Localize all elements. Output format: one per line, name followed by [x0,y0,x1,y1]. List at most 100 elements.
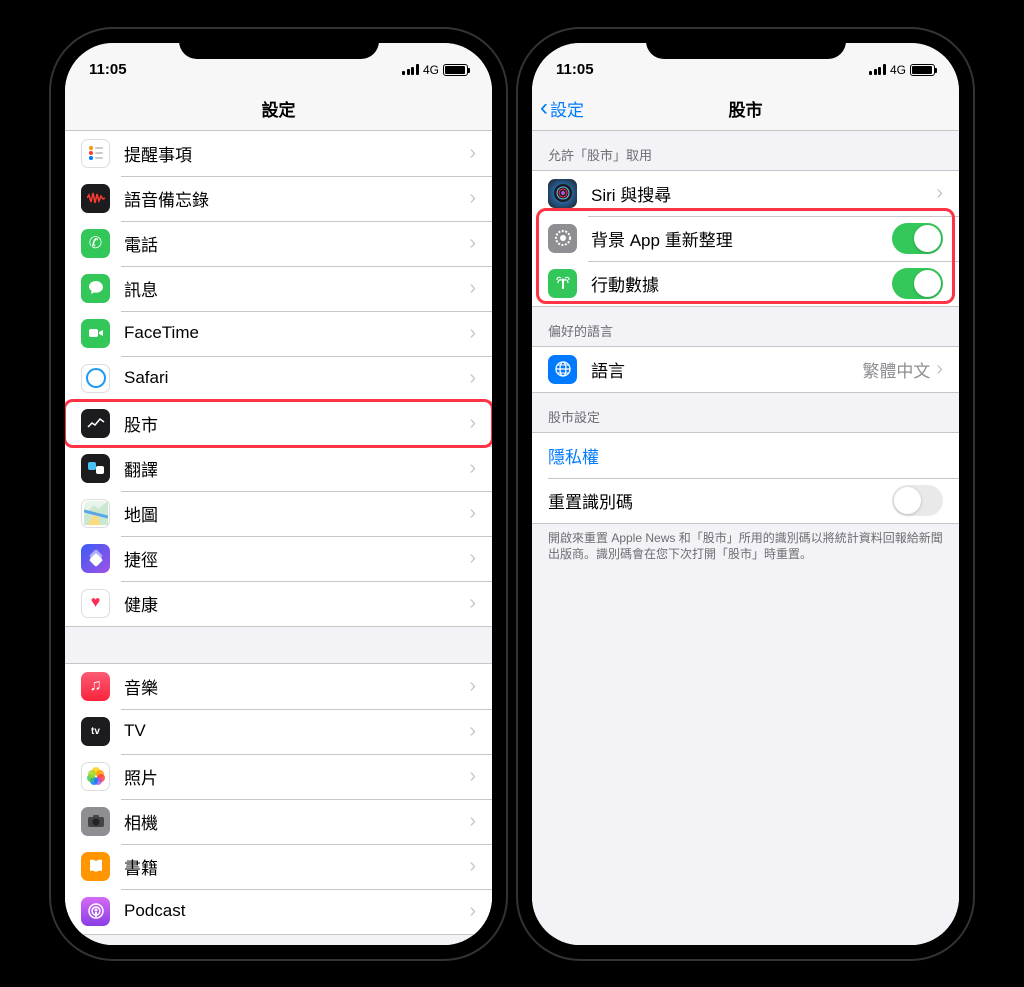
camera-icon [81,807,110,836]
toggle-background-refresh[interactable] [892,223,943,254]
cell-label: 語音備忘錄 [124,186,469,211]
cell-label: Siri 與搜尋 [591,181,936,206]
phone-icon: ✆ [81,229,110,258]
page-title: 設定 [262,96,296,121]
toggle-reset-identifier[interactable] [892,485,943,516]
cell-label: 書籍 [124,854,469,879]
cell-label: 電話 [124,231,469,256]
chevron-right-icon: › [469,277,476,300]
list-item-voice-memos[interactable]: 語音備忘錄 › [65,176,492,221]
list-item-cellular-data[interactable]: 行動數據 [532,261,959,306]
list-item-messages[interactable]: 訊息 › [65,266,492,311]
list-item-stocks[interactable]: 股市 › [65,401,492,446]
list-item-photos[interactable]: 照片 › [65,754,492,799]
list-item-tv[interactable]: tv TV › [65,709,492,754]
cell-label: Podcast [124,901,469,921]
group-header-allow: 允許「股市」取用 [532,131,959,170]
facetime-icon [81,319,110,348]
nav-bar: 設定 [65,87,492,131]
tv-icon: tv [81,717,110,746]
cell-label: 翻譯 [124,456,469,481]
chevron-right-icon: › [469,675,476,698]
chevron-right-icon: › [469,592,476,615]
cell-label: 音樂 [124,674,469,699]
chevron-right-icon: › [469,367,476,390]
chevron-right-icon: › [469,412,476,435]
phone-right: 11:05 4G ‹ 設定 股市 允許「股市」取用 Siri 與搜尋 [518,29,973,959]
list-item-camera[interactable]: 相機 › [65,799,492,844]
cell-label: Safari [124,368,469,388]
messages-icon [81,274,110,303]
safari-icon [81,364,110,393]
globe-icon [548,355,577,384]
stocks-settings[interactable]: 允許「股市」取用 Siri 與搜尋 › 背景 App 重新整理 [532,131,959,945]
group-header-stocks-settings: 股市設定 [532,393,959,432]
chevron-right-icon: › [469,187,476,210]
chevron-right-icon: › [469,810,476,833]
notch [646,29,846,59]
list-item-siri-search[interactable]: Siri 與搜尋 › [532,171,959,216]
chevron-right-icon: › [469,142,476,165]
chevron-right-icon: › [469,547,476,570]
screen-left: 11:05 4G 設定 提醒事項 › [65,43,492,945]
settings-list[interactable]: 提醒事項 › 語音備忘錄 › ✆ 電話 › [65,131,492,945]
list-item-maps[interactable]: 地圖 › [65,491,492,536]
cell-label: 隱私權 [548,443,943,468]
cellular-icon [548,269,577,298]
cell-label: 訊息 [124,276,469,301]
cell-detail: 繁體中文 [862,357,930,382]
list-item-shortcuts[interactable]: 捷徑 › [65,536,492,581]
notch [179,29,379,59]
chevron-right-icon: › [469,900,476,923]
list-item-privacy[interactable]: 隱私權 [532,433,959,478]
list-item-ibooks[interactable]: 書籍 › [65,844,492,889]
toggle-cellular-data[interactable] [892,268,943,299]
chevron-right-icon: › [469,765,476,788]
list-item-facetime[interactable]: FaceTime › [65,311,492,356]
status-network: 4G [423,63,439,77]
chevron-right-icon: › [936,358,943,381]
list-item-reminders[interactable]: 提醒事項 › [65,131,492,176]
back-button[interactable]: ‹ 設定 [540,96,584,121]
cell-label: 捷徑 [124,546,469,571]
list-item-background-refresh[interactable]: 背景 App 重新整理 [532,216,959,261]
status-time: 11:05 [89,61,127,78]
cell-label: FaceTime [124,323,469,343]
list-item-language[interactable]: 語言 繁體中文 › [532,347,959,392]
stocks-icon [81,409,110,438]
list-item-music[interactable]: ♫ 音樂 › [65,664,492,709]
chevron-left-icon: ‹ [540,96,548,120]
footer-description: 開啟來重置 Apple News 和「股市」所用的識別碼以將統計資料回報給新聞出… [532,524,959,570]
list-item-translate[interactable]: 翻譯 › [65,446,492,491]
ibooks-icon [81,852,110,881]
voice-memos-icon [81,184,110,213]
screen-right: 11:05 4G ‹ 設定 股市 允許「股市」取用 Siri 與搜尋 [532,43,959,945]
chevron-right-icon: › [469,502,476,525]
page-title: 股市 [729,96,763,121]
list-item-safari[interactable]: Safari › [65,356,492,401]
shortcuts-icon [81,544,110,573]
cell-label: 相機 [124,809,469,834]
signal-icon [402,64,419,75]
back-label: 設定 [550,96,584,121]
cell-label: 提醒事項 [124,141,469,166]
podcast-icon [81,897,110,926]
list-item-podcast[interactable]: Podcast › [65,889,492,934]
cell-label: TV [124,721,469,741]
list-item-phone[interactable]: ✆ 電話 › [65,221,492,266]
chevron-right-icon: › [469,322,476,345]
chevron-right-icon: › [469,720,476,743]
cell-label: 股市 [124,411,469,436]
health-icon: ♥ [81,589,110,618]
cell-label: 背景 App 重新整理 [591,226,892,251]
maps-icon [81,499,110,528]
group-header-language: 偏好的語言 [532,307,959,346]
status-time: 11:05 [556,61,594,78]
list-item-reset-identifier[interactable]: 重置識別碼 [532,478,959,523]
cell-label: 健康 [124,591,469,616]
list-item-health[interactable]: ♥ 健康 › [65,581,492,626]
signal-icon [869,64,886,75]
photos-icon [81,762,110,791]
cell-label: 語言 [591,357,862,382]
cell-label: 地圖 [124,501,469,526]
